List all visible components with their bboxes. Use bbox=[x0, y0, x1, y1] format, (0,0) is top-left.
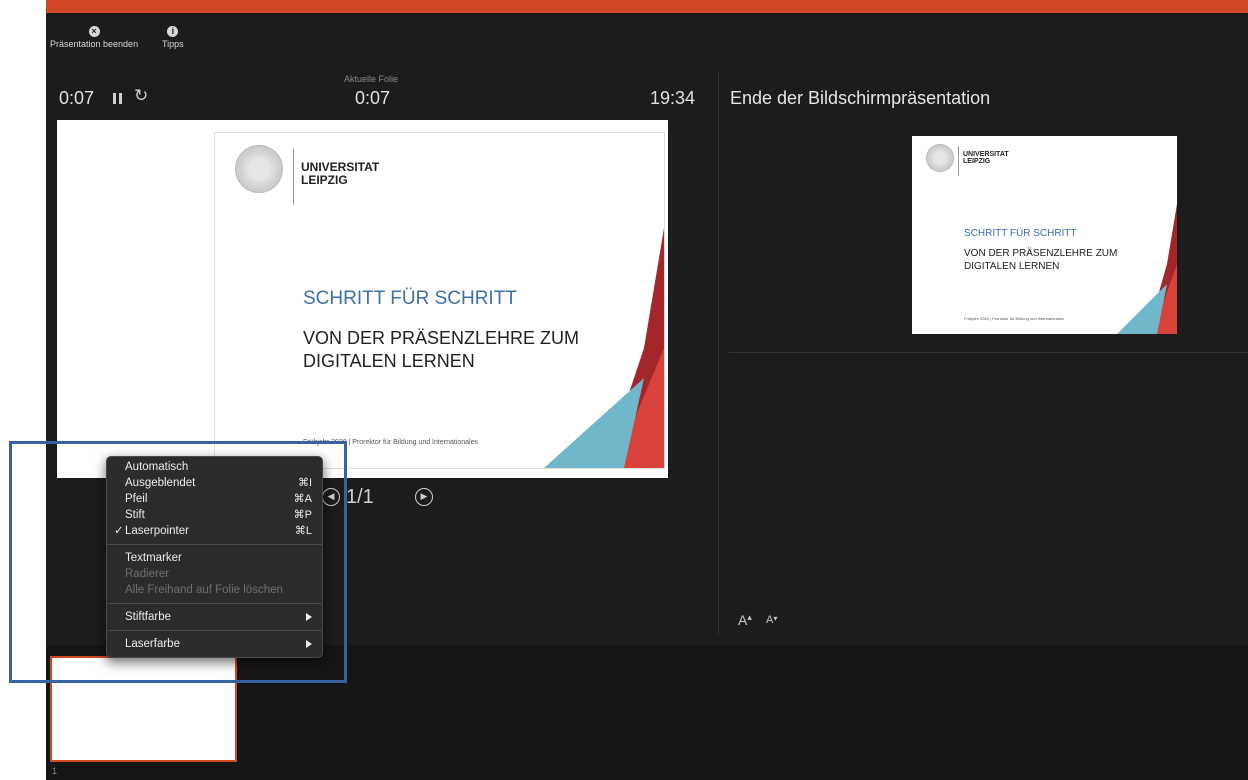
reset-icon[interactable]: ↻ bbox=[134, 86, 148, 106]
university-name-small: UNIVERSITAT LEIPZIG bbox=[963, 151, 1009, 166]
slide-title: SCHRITT FÜR SCHRITT bbox=[303, 288, 517, 309]
clock-time: 19:34 bbox=[650, 88, 696, 108]
next-slide-title: Ende der Bildschirmpräsentation bbox=[730, 88, 991, 108]
tips-button[interactable]: i Tipps bbox=[162, 26, 184, 49]
notes-divider bbox=[729, 352, 1248, 353]
next-slide-preview: UNIVERSITAT LEIPZIG SCHRITT FÜR SCHRITT … bbox=[912, 136, 1177, 334]
current-slide-time: 0:07 bbox=[355, 88, 391, 108]
elapsed-timer: 0:07 bbox=[59, 88, 95, 108]
info-icon: i bbox=[167, 26, 179, 37]
university-seal bbox=[235, 145, 283, 193]
close-circle-icon: × bbox=[88, 26, 100, 37]
app-window: × Präsentation beenden i Tipps 0:07 ↻ Ak… bbox=[0, 0, 1248, 780]
thumbnail-number: 1 bbox=[52, 766, 58, 776]
slide-decoration bbox=[544, 228, 664, 468]
next-slide-button[interactable]: ▶ bbox=[415, 488, 433, 506]
next-slide-decoration bbox=[1117, 204, 1177, 334]
end-presentation-button[interactable]: × Präsentation beenden bbox=[50, 26, 138, 49]
panel-divider bbox=[718, 72, 719, 634]
university-seal-small bbox=[926, 144, 954, 172]
current-slide: UNIVERSITAT LEIPZIG SCHRITT FÜR SCHRITT … bbox=[214, 132, 665, 469]
next-slide-title-text: SCHRITT FÜR SCHRITT bbox=[964, 228, 1077, 239]
slide-counter: 1/1 bbox=[346, 486, 374, 508]
decrease-font-button[interactable]: A▾ bbox=[766, 614, 777, 626]
title-bar bbox=[46, 0, 1248, 13]
tips-label: Tipps bbox=[162, 39, 184, 49]
university-name: UNIVERSITAT LEIPZIG bbox=[301, 160, 380, 187]
annotation-highlight-box bbox=[9, 441, 347, 683]
pause-icon[interactable] bbox=[112, 92, 124, 106]
increase-font-button[interactable]: A▴ bbox=[738, 612, 752, 628]
slide-subtitle: VON DER PRÄSENZLEHRE ZUM DIGITALEN LERNE… bbox=[303, 328, 580, 371]
current-slide-label: Aktuelle Folie bbox=[344, 74, 399, 84]
next-slide-footer: Frühjahr 2020 | Prorektor für Bildung un… bbox=[964, 316, 1064, 321]
next-slide-subtitle: VON DER PRÄSENZLEHRE ZUM DIGITALEN LERNE… bbox=[964, 248, 1118, 272]
end-presentation-label: Präsentation beenden bbox=[50, 39, 139, 49]
current-slide-panel: UNIVERSITAT LEIPZIG SCHRITT FÜR SCHRITT … bbox=[57, 120, 668, 478]
